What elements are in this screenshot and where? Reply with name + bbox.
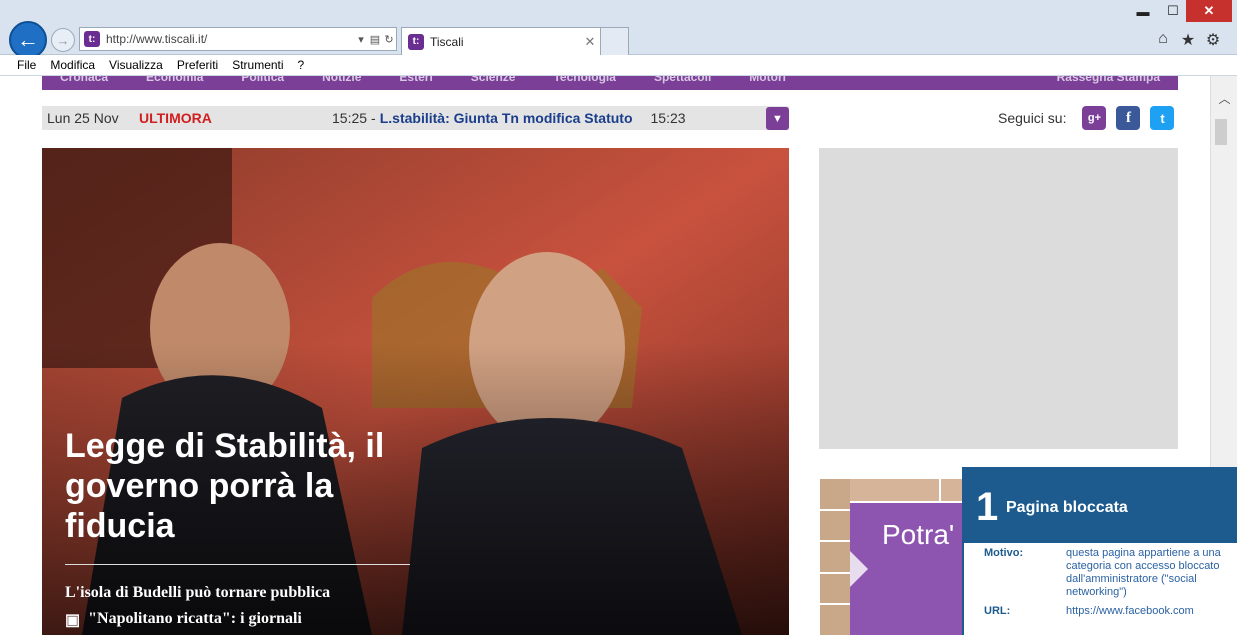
back-button[interactable]: ← <box>9 21 47 59</box>
browser-chrome: ← → t: http://www.tiscali.it/ ▾ ▤ ↻ t: T… <box>0 0 1237 59</box>
ad-placeholder <box>819 148 1178 449</box>
google-plus-icon[interactable]: g+ <box>1082 106 1107 130</box>
menu-bar: File Modifica Visualizza Preferiti Strum… <box>0 55 1237 76</box>
star-icon[interactable]: ★ <box>1179 30 1197 50</box>
social-label: Seguici su: <box>998 110 1067 126</box>
play-arrow-icon <box>850 551 868 587</box>
home-icon[interactable]: ⌂ <box>1154 30 1172 50</box>
ticker-dropdown-button[interactable]: ▼ <box>766 107 789 130</box>
blocked-count: 1 <box>976 485 999 529</box>
menu-strumenti[interactable]: Strumenti <box>232 58 283 72</box>
promo-faces <box>820 479 850 635</box>
blocked-url-value[interactable]: https://www.facebook.com <box>1066 605 1237 618</box>
hero-photo <box>42 148 789 635</box>
menu-file[interactable]: File <box>17 58 36 72</box>
hero-sublink-2-text: "Napolitano ricatta": i giornali <box>88 610 302 627</box>
arrow-left-icon: ← <box>17 27 39 52</box>
news-ticker: Lun 25 Nov ULTIMORA 15:25 - L.stabilità:… <box>42 106 789 130</box>
tab-favicon-icon: t: <box>408 33 424 50</box>
nav-item[interactable]: Scienze <box>471 76 516 84</box>
gear-icon[interactable]: ⚙ <box>1204 30 1222 50</box>
scroll-up-icon[interactable]: ︿ <box>1211 90 1237 107</box>
blocked-reason-value: questa pagina appartiene a una categoria… <box>1066 547 1221 598</box>
address-url[interactable]: http://www.tiscali.it/ <box>106 32 354 46</box>
nav-item[interactable]: Spettacoli <box>654 76 711 84</box>
hero-story[interactable]: Legge di Stabilità, il governo porrà la … <box>42 148 789 635</box>
menu-preferiti[interactable]: Preferiti <box>177 58 218 72</box>
twitter-icon[interactable]: t <box>1150 106 1175 130</box>
maximize-button[interactable]: ☐ <box>1160 0 1186 22</box>
blocked-page-notification: 1 Pagina bloccata Motivo: questa pagina … <box>962 467 1237 635</box>
new-tab-button[interactable] <box>601 27 629 55</box>
menu-visualizza[interactable]: Visualizza <box>109 58 163 72</box>
nav-item[interactable]: Tecnologia <box>553 76 615 84</box>
arrow-right-icon: → <box>56 32 70 48</box>
chevron-down-icon: ▼ <box>772 112 783 125</box>
nav-rassegna[interactable]: Rassegna Stampa <box>1057 76 1160 84</box>
ticker-date: Lun 25 Nov <box>47 110 119 126</box>
site-favicon-icon: t: <box>84 31 100 47</box>
social-follow: Seguici su: g+ f t <box>998 106 1175 130</box>
scroll-thumb[interactable] <box>1215 119 1227 145</box>
ticker-label[interactable]: ULTIMORA <box>139 110 332 126</box>
blocked-url-label: URL: <box>984 605 1011 617</box>
close-window-button[interactable]: ✕ <box>1186 0 1232 22</box>
forward-button[interactable]: → <box>51 28 75 52</box>
site-nav: Cronaca Economia Politica Notizie Esteri… <box>42 76 1178 90</box>
nav-item[interactable]: Notizie <box>322 76 361 84</box>
blocked-reason-label: Motivo: <box>984 547 1024 559</box>
address-bar[interactable]: t: http://www.tiscali.it/ ▾ ▤ ↻ <box>79 27 397 51</box>
hero-headline[interactable]: Legge di Stabilità, il governo porrà la … <box>65 426 445 546</box>
tab-tiscali[interactable]: t: Tiscali ✕ <box>401 27 601 55</box>
minimize-button[interactable]: ▬ <box>1130 0 1156 22</box>
nav-item[interactable]: Motori <box>749 76 786 84</box>
menu-modifica[interactable]: Modifica <box>50 58 95 72</box>
refresh-icon[interactable]: ↻ <box>382 33 396 46</box>
nav-item[interactable]: Esteri <box>399 76 432 84</box>
ticker-separator: - <box>371 110 376 126</box>
nav-item[interactable]: Politica <box>241 76 284 84</box>
hero-divider <box>65 564 410 565</box>
nav-item[interactable]: Cronaca <box>60 76 108 84</box>
blocked-title: Pagina bloccata <box>1006 499 1128 516</box>
hero-sublink-2[interactable]: ▣ "Napolitano ricatta": i giornali <box>65 610 302 630</box>
camera-icon: ▣ <box>65 612 81 629</box>
menu-help[interactable]: ? <box>298 58 305 72</box>
nav-item[interactable]: Economia <box>146 76 203 84</box>
facebook-icon[interactable]: f <box>1116 106 1141 130</box>
compat-view-icon[interactable]: ▤ <box>368 33 382 46</box>
ticker-time: 15:25 <box>332 110 368 126</box>
hero-sublink-1[interactable]: L'isola di Budelli può tornare pubblica <box>65 584 330 602</box>
tab-title: Tiscali <box>430 34 464 49</box>
ticker-next-time: 15:23 <box>650 110 686 126</box>
browser-tools: ⌂ ★ ⚙ <box>1154 30 1222 50</box>
blocked-header: 1 Pagina bloccata <box>964 469 1237 543</box>
close-tab-icon[interactable]: ✕ <box>580 34 600 50</box>
ticker-headline[interactable]: L.stabilità: Giunta Tn modifica Statuto <box>380 110 633 126</box>
dropdown-icon[interactable]: ▾ <box>354 33 368 46</box>
